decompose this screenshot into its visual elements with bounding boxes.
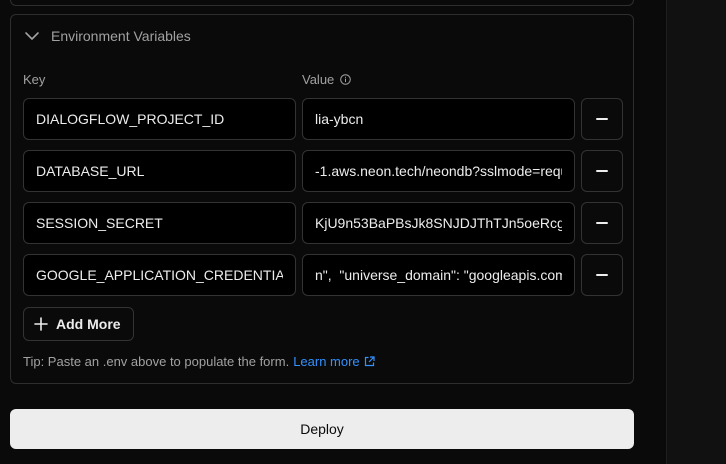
section-title: Environment Variables xyxy=(51,28,191,44)
environment-variables-section: Environment Variables Key Value DIALOGFL… xyxy=(10,14,634,384)
remove-row-button[interactable] xyxy=(581,98,623,140)
previous-section-card xyxy=(10,0,634,6)
add-more-label: Add More xyxy=(56,316,121,332)
tip-text: Tip: Paste an .env above to populate the… xyxy=(23,354,375,369)
key-column-label: Key xyxy=(23,72,45,87)
tip-message: Tip: Paste an .env above to populate the… xyxy=(23,354,290,369)
minus-icon xyxy=(596,170,608,172)
minus-icon xyxy=(596,274,608,276)
external-link-icon xyxy=(364,356,375,367)
env-value-input[interactable] xyxy=(302,254,575,296)
side-panel-edge xyxy=(666,0,726,464)
add-more-button[interactable]: Add More xyxy=(23,307,134,341)
learn-more-link[interactable]: Learn more xyxy=(293,354,375,369)
env-value-input[interactable] xyxy=(302,150,575,192)
key-label: Key xyxy=(23,72,46,87)
env-value-input[interactable] xyxy=(302,98,575,140)
remove-row-button[interactable] xyxy=(581,150,623,192)
minus-icon xyxy=(596,222,608,224)
env-key-input[interactable] xyxy=(23,98,296,140)
environment-variables-toggle[interactable]: Environment Variables xyxy=(23,27,191,45)
learn-more-label: Learn more xyxy=(293,354,360,369)
info-icon[interactable] xyxy=(340,74,352,85)
env-key-input[interactable] xyxy=(23,150,296,192)
chevron-down-icon xyxy=(25,32,39,40)
env-key-input[interactable] xyxy=(23,254,296,296)
value-label: Value xyxy=(302,72,335,87)
plus-icon xyxy=(34,317,48,331)
deploy-button[interactable]: Deploy xyxy=(10,409,634,449)
value-column-label: Value xyxy=(302,72,352,87)
env-key-input[interactable] xyxy=(23,202,296,244)
env-value-input[interactable] xyxy=(302,202,575,244)
remove-row-button[interactable] xyxy=(581,202,623,244)
remove-row-button[interactable] xyxy=(581,254,623,296)
minus-icon xyxy=(596,118,608,120)
